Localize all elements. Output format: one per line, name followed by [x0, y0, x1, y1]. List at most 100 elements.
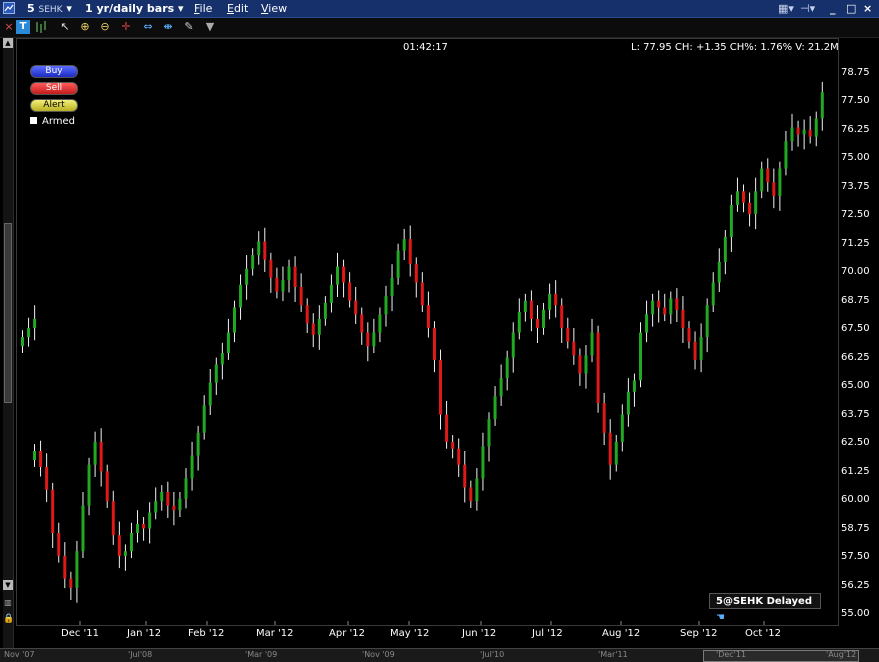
candle — [451, 435, 455, 459]
candle — [584, 345, 588, 389]
time-tick-label: Jul '12 — [532, 628, 563, 639]
candle — [608, 419, 612, 480]
symbol-label: 5 — [27, 2, 35, 15]
candle — [366, 322, 370, 362]
candle — [263, 227, 267, 272]
candle — [457, 438, 461, 477]
chart-plot-area[interactable] — [16, 38, 839, 626]
candle — [760, 161, 764, 199]
navigator-date-label: 'Aug'12 — [826, 650, 857, 659]
trade-icon[interactable]: T — [16, 20, 30, 34]
candlestick-chart[interactable] — [17, 39, 838, 625]
candle — [772, 168, 776, 209]
candle — [529, 290, 533, 332]
alert-button[interactable]: Alert — [30, 99, 78, 112]
candle — [39, 440, 43, 477]
armed-checkbox[interactable]: Armed — [30, 116, 75, 127]
candle — [723, 230, 727, 275]
candle — [160, 485, 164, 511]
more-chevron-icon[interactable]: ▼ — [203, 20, 217, 34]
candle — [257, 231, 261, 265]
candle — [439, 349, 443, 430]
price-tick-label: 57.50 — [841, 551, 870, 563]
candle — [639, 322, 642, 388]
scroll-down-icon[interactable]: ▼ — [3, 580, 13, 590]
price-tick-label: 60.00 — [841, 494, 870, 506]
price-tick-label: 67.50 — [841, 323, 870, 335]
candle — [535, 305, 539, 344]
maximize-icon[interactable]: □ — [846, 1, 856, 16]
checkbox-icon[interactable] — [30, 117, 37, 124]
cursor-icon[interactable]: ↖ — [58, 20, 72, 34]
lock-icon[interactable]: 🔒 — [3, 613, 14, 625]
period-selector[interactable]: 1 yr/daily bars ▾ — [85, 1, 184, 16]
close-icon[interactable]: × — [863, 1, 872, 16]
crosshair-icon[interactable]: ✛ — [119, 20, 133, 34]
history-navigator[interactable]: Nov '07 'Jul'08 'Mar '09 'Nov '09 'Jul'10 'Ma… — [0, 648, 879, 662]
zoom-in-icon[interactable]: ⊕ — [78, 20, 92, 34]
pan-icon[interactable]: ⇼ — [161, 20, 175, 34]
candle — [226, 318, 230, 360]
candle — [299, 273, 303, 313]
scale-icon[interactable]: ⇔ — [141, 20, 155, 34]
price-tick-label: 68.75 — [841, 294, 870, 306]
candle — [408, 225, 412, 277]
settings-wrench-icon[interactable]: ✎ — [182, 20, 196, 34]
candle — [572, 327, 576, 365]
minimize-icon[interactable]: _ — [830, 1, 836, 16]
candle — [475, 468, 479, 511]
candle — [578, 348, 582, 386]
price-tick-label: 61.25 — [841, 465, 870, 477]
exchange-label: SEHK — [38, 5, 63, 15]
candle — [148, 502, 152, 544]
candle — [432, 321, 436, 373]
candle — [796, 120, 800, 147]
window-icon[interactable] — [3, 1, 15, 16]
zoom-out-icon[interactable]: ⊖ — [98, 20, 112, 34]
buy-button[interactable]: Buy — [30, 65, 78, 78]
candle — [790, 113, 794, 151]
candle — [814, 111, 818, 147]
candle — [323, 296, 327, 326]
sell-button[interactable]: Sell — [30, 82, 78, 95]
close-chart-icon[interactable]: × — [2, 20, 16, 34]
candle — [239, 274, 243, 320]
candle — [784, 130, 788, 176]
menu-edit[interactable]: Edit — [227, 1, 248, 16]
candle — [632, 373, 636, 407]
candle — [245, 255, 249, 300]
menu-view[interactable]: View — [261, 1, 287, 16]
candle — [402, 228, 406, 261]
candle — [93, 431, 97, 477]
candle — [305, 298, 309, 333]
candle — [154, 487, 158, 520]
candle — [75, 540, 79, 603]
pin-icon[interactable]: ⊣▾ — [800, 1, 815, 16]
vertical-scrollbar[interactable]: ▲ ▼ ▥ 🔒 — [3, 38, 14, 648]
zoom-slider-icon[interactable]: ▥ — [3, 598, 13, 608]
candle — [735, 177, 739, 212]
color-group-icon[interactable]: ▦▾ — [778, 1, 794, 16]
candle — [354, 286, 358, 324]
candle — [51, 482, 55, 549]
candle — [766, 158, 770, 192]
pointer-icon: ☚ — [716, 612, 725, 623]
delayed-badge[interactable]: 5@SEHK Delayed ☚ — [709, 593, 821, 623]
symbol-selector[interactable]: 5 SEHK ▾ — [27, 1, 72, 18]
bar-chart-icon[interactable] — [34, 20, 48, 34]
candle — [87, 457, 91, 516]
navigator-date-label: 'Nov '09 — [362, 650, 395, 659]
candle — [481, 432, 485, 491]
chevron-down-icon: ▾ — [66, 2, 72, 15]
menu-file[interactable]: File — [194, 1, 212, 16]
candle — [99, 428, 103, 487]
candle — [614, 435, 618, 472]
time-tick-label: Sep '12 — [680, 628, 718, 639]
candle — [651, 293, 655, 327]
scroll-thumb[interactable] — [4, 223, 12, 403]
candle — [27, 317, 31, 347]
scroll-up-icon[interactable]: ▲ — [3, 38, 13, 48]
candle — [548, 283, 552, 320]
price-tick-label: 76.25 — [841, 123, 870, 135]
candle — [269, 252, 273, 293]
